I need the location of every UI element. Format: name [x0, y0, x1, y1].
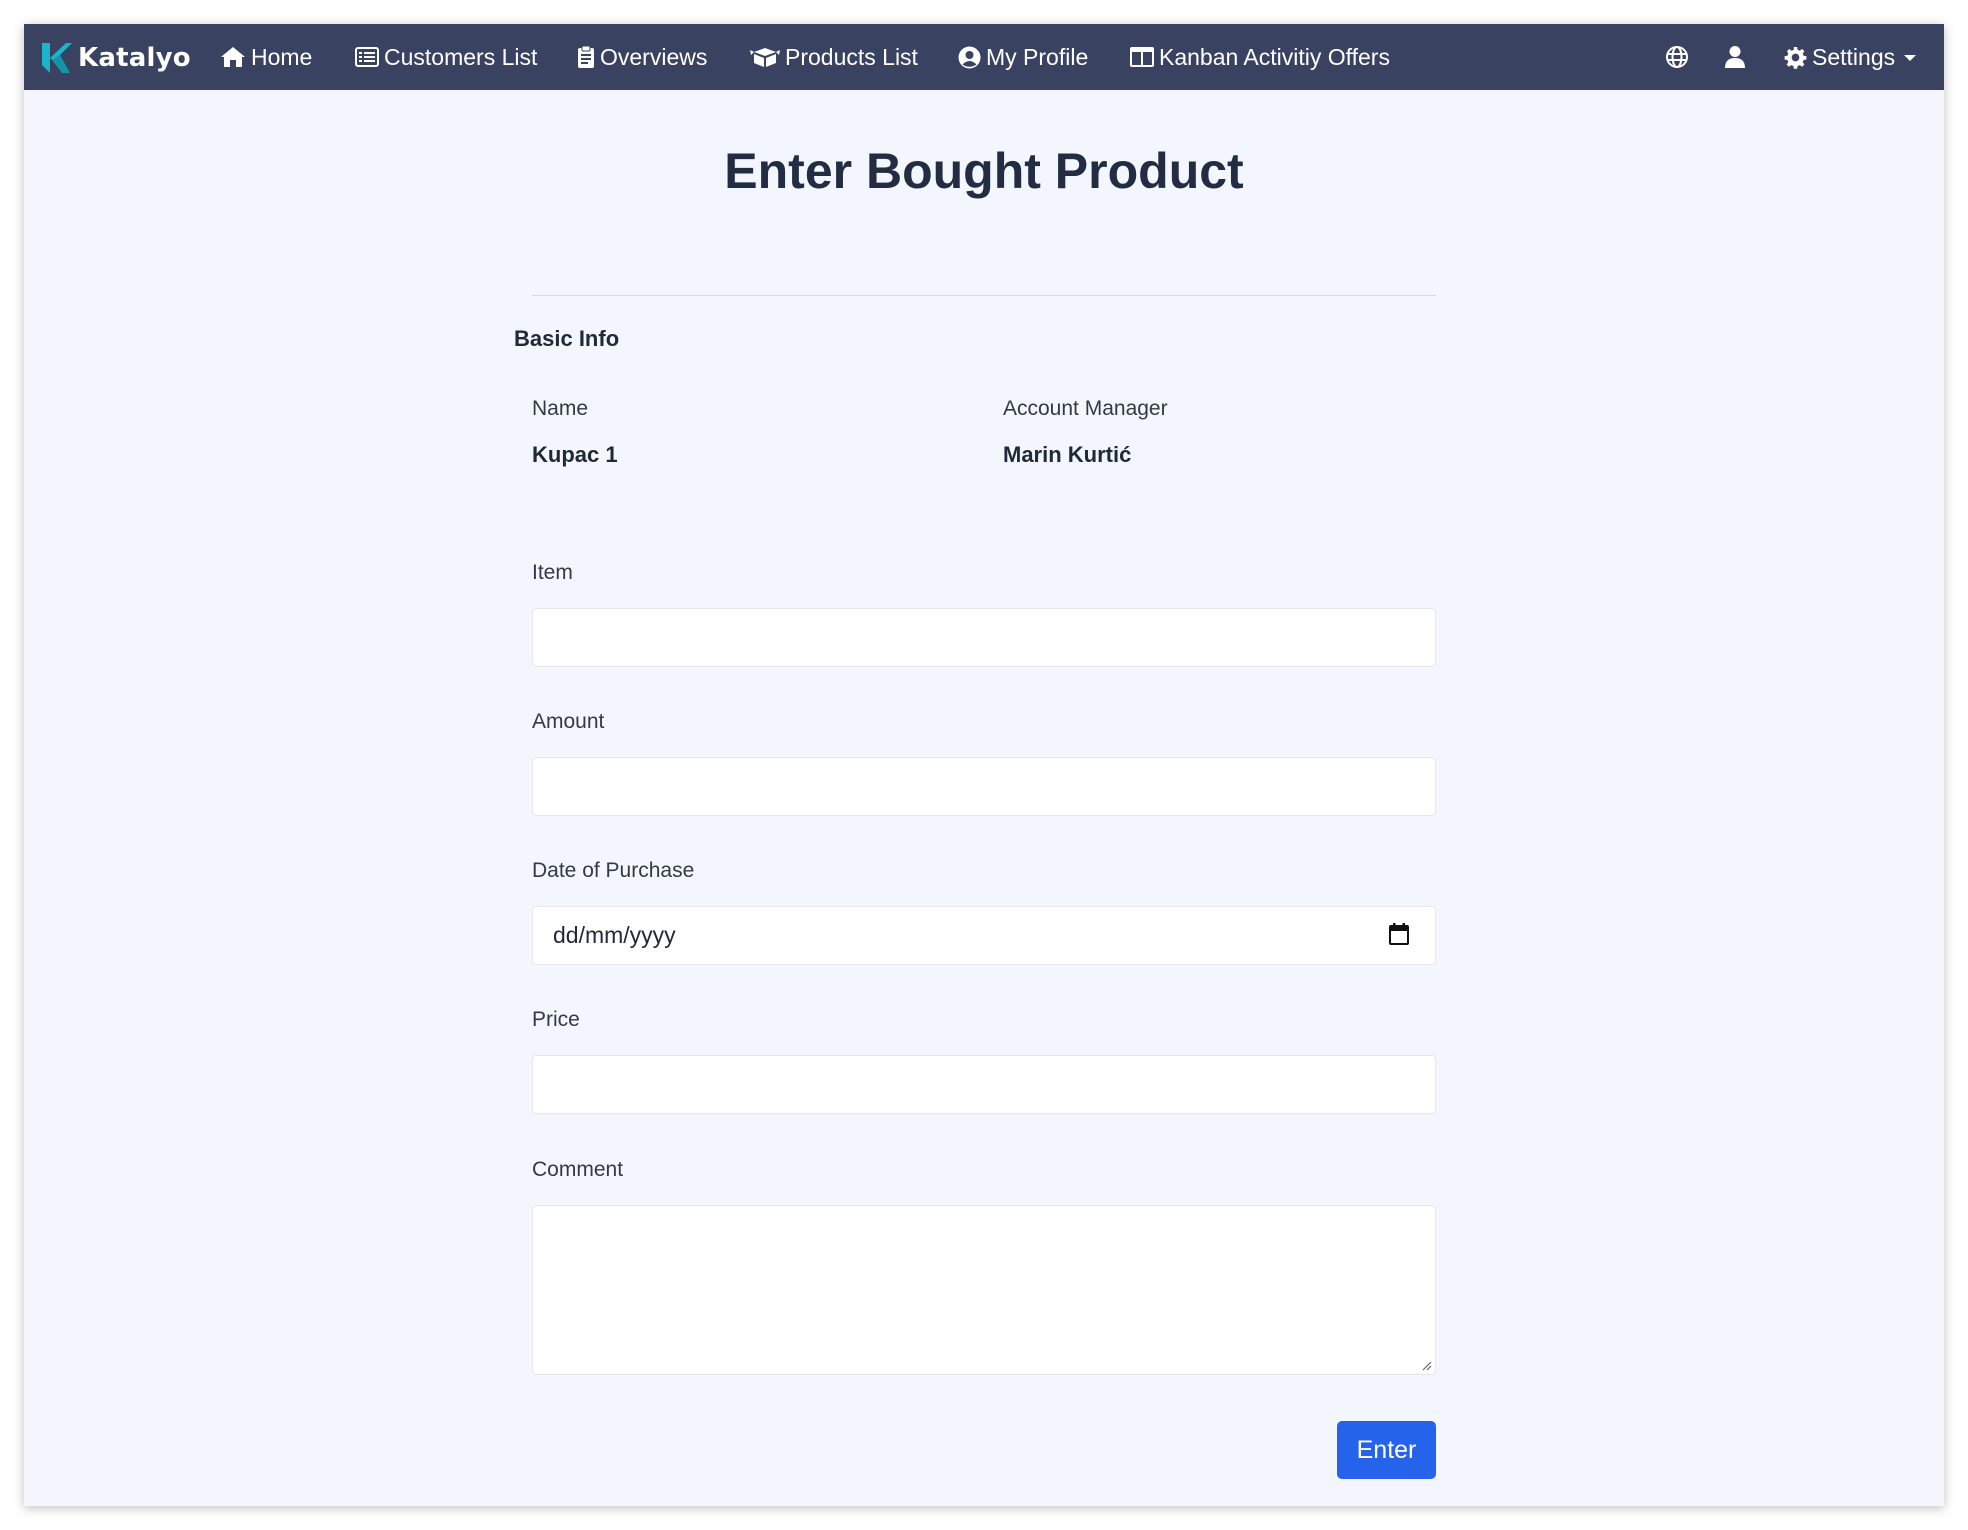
top-navbar: Katalyo Home Customers List Overviews Pr… — [24, 24, 1944, 90]
calendar-icon[interactable] — [1389, 923, 1409, 945]
list-icon — [355, 47, 379, 67]
nav-home[interactable]: Home — [220, 24, 312, 90]
date-of-purchase-input[interactable]: dd/mm/yyyy — [532, 906, 1436, 965]
columns-icon — [1130, 47, 1154, 67]
user-menu-button[interactable] — [1724, 24, 1746, 90]
comment-textarea[interactable] — [532, 1205, 1436, 1375]
account-manager-label: Account Manager — [1003, 397, 1168, 420]
nav-customers-list[interactable]: Customers List — [355, 24, 537, 90]
account-manager-value: Marin Kurtić — [1003, 442, 1132, 467]
nav-overviews[interactable]: Overviews — [577, 24, 707, 90]
language-button[interactable] — [1665, 24, 1689, 90]
brand-name: Katalyo — [78, 43, 191, 73]
enter-button[interactable]: Enter — [1337, 1421, 1436, 1479]
nav-my-profile[interactable]: My Profile — [958, 24, 1088, 90]
nav-home-label: Home — [251, 43, 313, 70]
globe-icon — [1666, 46, 1688, 68]
nav-kanban-label: Kanban Activitiy Offers — [1159, 43, 1390, 70]
app-window: Katalyo Home Customers List Overviews Pr… — [24, 24, 1944, 1506]
nav-products-list[interactable]: Products List — [750, 24, 918, 90]
user-icon — [1725, 46, 1745, 68]
katalyo-logo-icon — [42, 43, 72, 73]
resize-handle-icon[interactable] — [1422, 1361, 1432, 1371]
nav-overviews-label: Overviews — [600, 43, 708, 70]
page-title: Enter Bought Product — [724, 143, 1244, 199]
item-input[interactable] — [532, 608, 1436, 667]
user-circle-icon — [958, 46, 981, 68]
name-label: Name — [532, 397, 589, 420]
item-label: Item — [532, 561, 573, 584]
name-value: Kupac 1 — [532, 442, 618, 467]
date-placeholder: dd/mm/yyyy — [553, 922, 676, 948]
basic-info-heading: Basic Info — [514, 326, 620, 351]
price-input[interactable] — [532, 1055, 1436, 1114]
nav-customers-list-label: Customers List — [384, 43, 538, 70]
gear-icon — [1784, 46, 1807, 69]
price-label: Price — [532, 1008, 580, 1031]
box-icon — [750, 48, 780, 67]
section-divider — [532, 295, 1436, 296]
home-icon — [221, 47, 245, 67]
settings-dropdown[interactable]: Settings — [1784, 24, 1917, 90]
nav-products-list-label: Products List — [785, 43, 918, 70]
amount-label: Amount — [532, 710, 605, 733]
amount-input[interactable] — [532, 757, 1436, 816]
comment-label: Comment — [532, 1158, 624, 1181]
clipboard-icon — [578, 45, 594, 68]
chevron-down-icon — [1904, 55, 1917, 61]
settings-label: Settings — [1812, 43, 1896, 70]
nav-my-profile-label: My Profile — [986, 43, 1089, 70]
nav-kanban[interactable]: Kanban Activitiy Offers — [1130, 24, 1390, 90]
date-of-purchase-label: Date of Purchase — [532, 859, 695, 882]
brand-logo[interactable]: Katalyo — [40, 38, 191, 78]
